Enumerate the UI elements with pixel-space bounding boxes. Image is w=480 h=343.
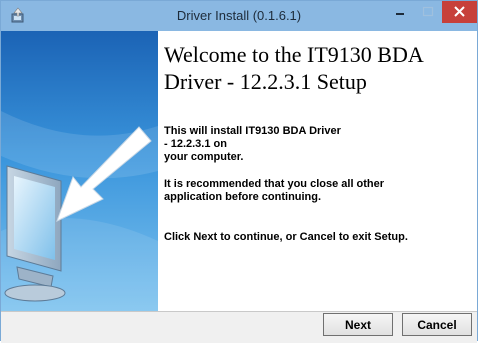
cancel-button[interactable]: Cancel	[402, 313, 472, 336]
monitor-arrow-illustration	[1, 31, 158, 311]
maximize-icon	[422, 6, 434, 17]
close-apps-note: It is recommended that you close all oth…	[164, 178, 384, 204]
install-line-2: - 12.2.3.1 on	[164, 138, 227, 150]
install-line-1: This will install IT9130 BDA Driver	[164, 125, 341, 137]
maximize-button[interactable]	[415, 1, 441, 23]
close-icon	[454, 6, 465, 17]
sidebar-illustration	[1, 31, 158, 311]
close-button[interactable]	[442, 1, 477, 23]
continue-instruction: Click Next to continue, or Cancel to exi…	[164, 231, 408, 243]
minimize-button[interactable]	[387, 1, 413, 23]
minimize-icon	[396, 13, 404, 15]
install-line-3: your computer.	[164, 151, 244, 163]
installer-window: Driver Install (0.1.6.1) Welcome to the …	[0, 0, 478, 343]
next-button[interactable]: Next	[323, 313, 393, 336]
title-bar[interactable]: Driver Install (0.1.6.1)	[1, 1, 477, 31]
welcome-heading: Welcome to the IT9130 BDA Driver - 12.2.…	[164, 42, 423, 94]
welcome-panel: Welcome to the IT9130 BDA Driver - 12.2.…	[1, 31, 477, 311]
close-apps-line-2: application before continuing.	[164, 191, 322, 203]
close-apps-line-1: It is recommended that you close all oth…	[164, 178, 385, 190]
install-description: This will install IT9130 BDA Driver - 12…	[164, 125, 341, 164]
